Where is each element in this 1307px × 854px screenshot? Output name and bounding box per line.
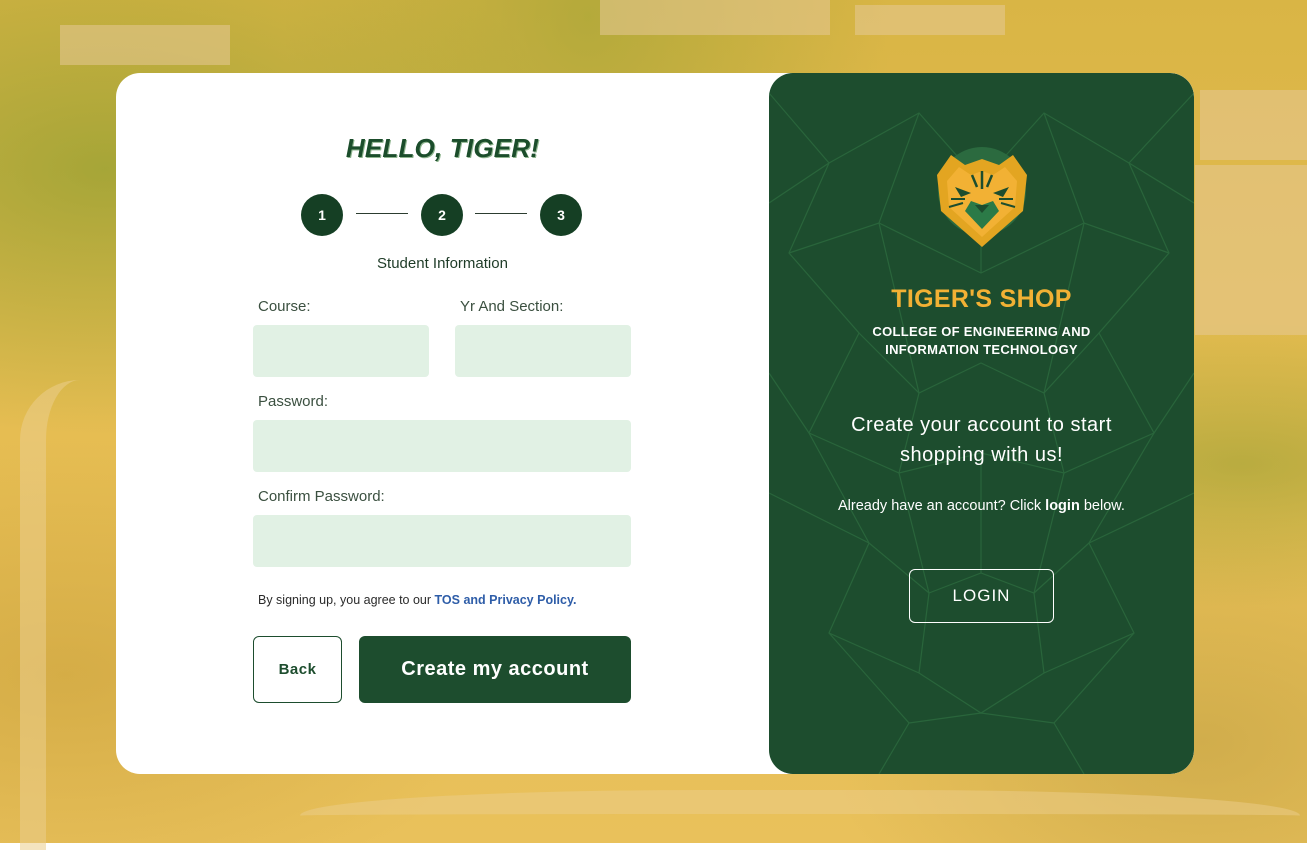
signup-card: HELLO, TIGER! 1 2 3 Student Information …	[116, 73, 1194, 774]
greeting-heading: HELLO, TIGER!	[345, 133, 540, 163]
login-prompt-prefix: Already have an account? Click	[838, 498, 1046, 514]
tagline: Create your account to start shopping wi…	[819, 410, 1144, 470]
tos-prefix-text: By signing up, you agree to our	[258, 593, 435, 607]
background-building	[1200, 90, 1307, 160]
yr-section-label: Yr And Section:	[460, 298, 564, 315]
confirm-password-label: Confirm Password:	[258, 488, 385, 505]
step-2-indicator: 2	[421, 194, 463, 236]
step-1-indicator: 1	[301, 194, 343, 236]
login-prompt: Already have an account? Click login bel…	[769, 498, 1194, 514]
password-label: Password:	[258, 393, 329, 410]
tagline-line-1: Create your account to start	[851, 414, 1112, 436]
course-input[interactable]	[253, 325, 429, 377]
create-account-button[interactable]: Create my account	[359, 636, 631, 703]
background-road	[300, 790, 1300, 854]
background-building	[60, 25, 230, 65]
yr-section-input[interactable]	[455, 325, 631, 377]
step-connector	[356, 213, 408, 214]
signup-form-panel: HELLO, TIGER! 1 2 3 Student Information …	[116, 73, 769, 774]
back-button[interactable]: Back	[253, 636, 342, 703]
login-prompt-suffix: below.	[1079, 498, 1125, 514]
login-prompt-emphasis: login	[1045, 498, 1080, 514]
step-3-indicator: 3	[540, 194, 582, 236]
background-building	[855, 5, 1005, 35]
login-button[interactable]: LOGIN	[909, 569, 1054, 623]
step-title: Student Information	[377, 255, 508, 272]
college-line-1: COLLEGE OF ENGINEERING AND	[872, 324, 1091, 339]
tos-notice: By signing up, you agree to our TOS and …	[258, 593, 576, 607]
college-line-2: INFORMATION TECHNOLOGY	[885, 342, 1078, 357]
brand-name: TIGER'S SHOP	[891, 285, 1072, 313]
tagline-line-2: shopping with us!	[899, 444, 1064, 466]
tiger-head-icon	[937, 147, 1027, 247]
password-input[interactable]	[253, 420, 631, 472]
background-building	[1195, 165, 1307, 335]
course-label: Course:	[258, 298, 311, 315]
welcome-panel: TIGER'S SHOP COLLEGE OF ENGINEERING AND …	[769, 73, 1194, 774]
background-building	[600, 0, 830, 35]
confirm-password-input[interactable]	[253, 515, 631, 567]
step-connector	[475, 213, 527, 214]
college-name: COLLEGE OF ENGINEERING AND INFORMATION T…	[829, 323, 1134, 359]
tos-link[interactable]: TOS and Privacy Policy.	[435, 593, 577, 607]
